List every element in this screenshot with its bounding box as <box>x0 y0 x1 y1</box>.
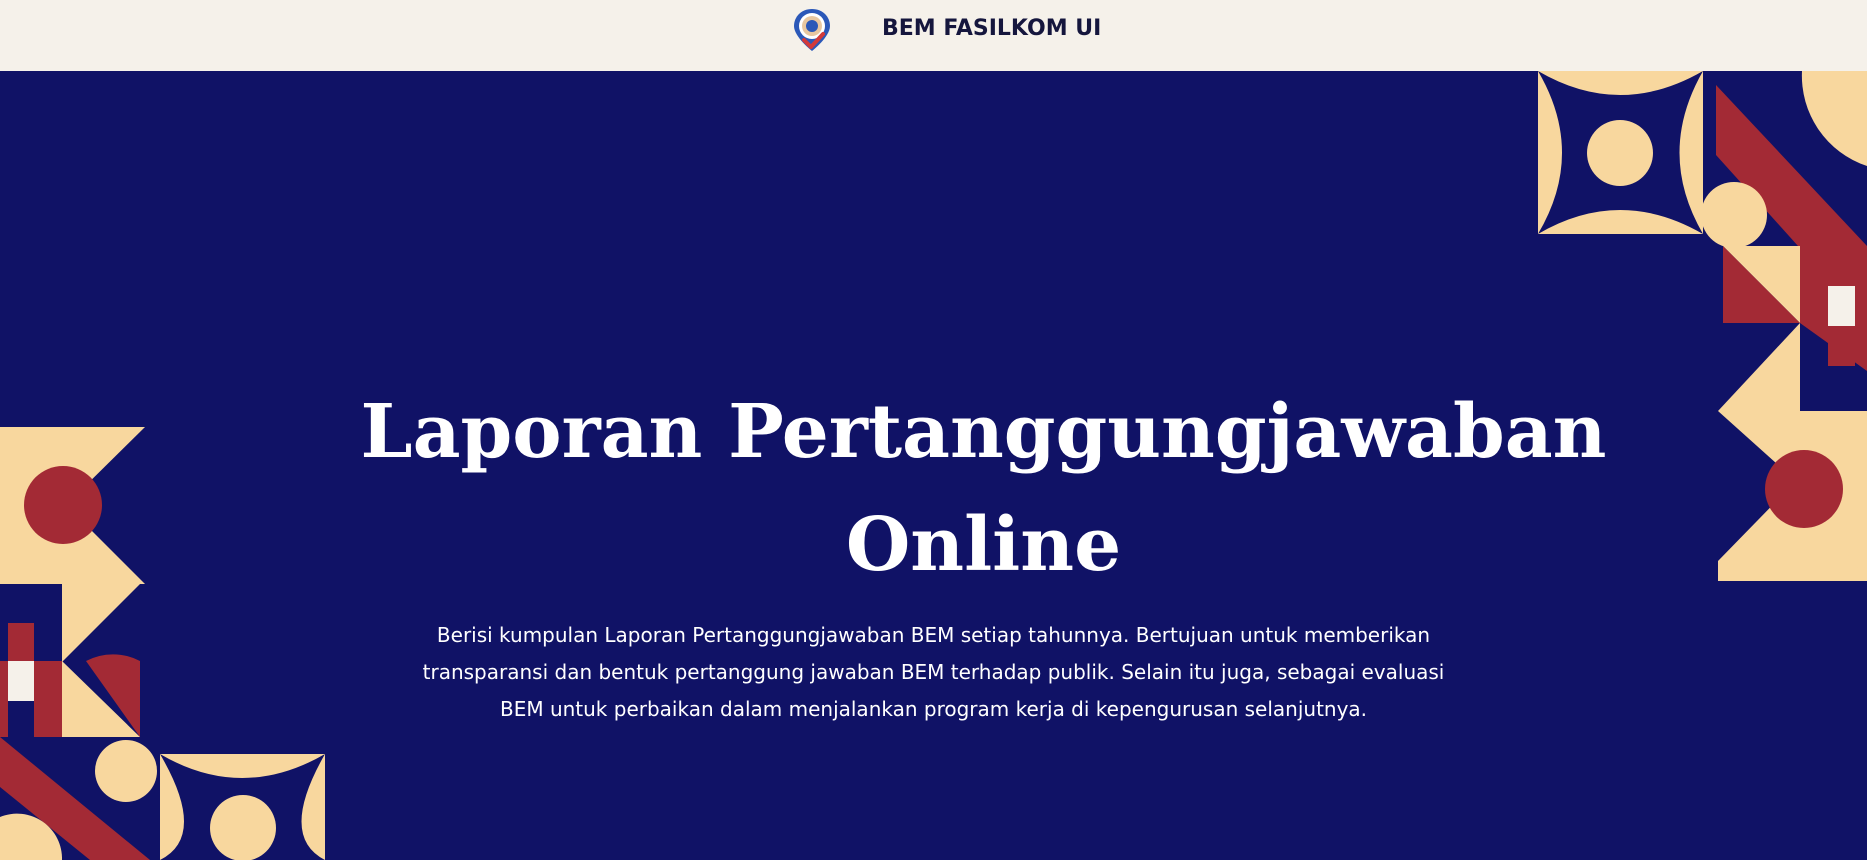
hero-description: Berisi kumpulan Laporan Pertanggungjawab… <box>422 623 1445 721</box>
brand-name[interactable]: BEM FASILKOM UI <box>882 16 1101 41</box>
pattern-tile-diagonal <box>1701 71 1867 248</box>
bem-fasilkom-logo-icon[interactable] <box>790 7 834 53</box>
hero-section: Laporan Pertanggungjawaban Online Berisi… <box>0 71 1867 860</box>
pattern-tile-bowtie-circle <box>1718 411 1867 581</box>
top-navbar: BEM FASILKOM UI <box>0 0 1867 71</box>
pattern-tile-star-circle-bottom <box>160 754 325 860</box>
decorative-geometric-pattern-left <box>0 427 325 860</box>
pattern-tile-triangles <box>1718 246 1867 411</box>
pattern-tile-star-circle <box>1538 71 1703 234</box>
pattern-tile-blocks <box>0 584 140 737</box>
hero-title: Laporan Pertanggungjawaban Online <box>360 389 1607 588</box>
pattern-tile-arrow-circle <box>0 427 145 584</box>
pattern-tile-diagonal-bottom <box>0 737 160 860</box>
